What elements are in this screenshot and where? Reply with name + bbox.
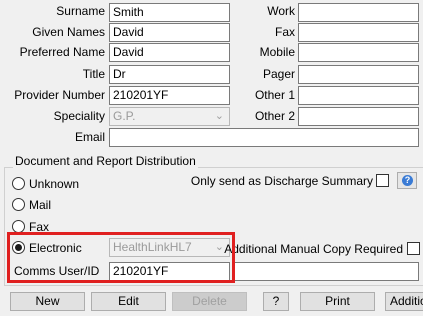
surname-label: Surname xyxy=(56,4,105,18)
additional-button[interactable]: Additio xyxy=(385,292,423,311)
fax-field[interactable] xyxy=(298,23,419,42)
new-button[interactable]: New xyxy=(10,292,85,311)
mobile-field[interactable] xyxy=(298,43,419,62)
given-names-label: Given Names xyxy=(32,25,105,39)
other2-label: Other 2 xyxy=(254,109,295,123)
radio-mail[interactable]: Mail xyxy=(12,197,51,213)
speciality-label: Speciality xyxy=(53,109,105,123)
provider-number-label: Provider Number xyxy=(14,88,105,102)
work-label: Work xyxy=(267,4,295,18)
other2-field[interactable] xyxy=(298,107,419,126)
additional-copy-checkbox[interactable] xyxy=(407,242,420,255)
other1-label: Other 1 xyxy=(254,88,295,102)
distribution-group-title: Document and Report Distribution xyxy=(13,153,198,169)
provider-number-field[interactable]: 210201YF xyxy=(109,86,230,105)
title-label: Title xyxy=(82,67,105,81)
print-button[interactable]: Print xyxy=(300,292,375,311)
radio-mail-label: Mail xyxy=(29,198,52,212)
additional-copy-label: Additional Manual Copy Required xyxy=(224,242,403,256)
email-field[interactable] xyxy=(109,128,419,147)
title-field[interactable]: Dr xyxy=(109,65,230,84)
work-field[interactable] xyxy=(298,3,419,22)
mobile-label: Mobile xyxy=(259,45,295,59)
speciality-select[interactable]: G.P. ⌄ xyxy=(109,107,230,126)
question-button[interactable]: ? xyxy=(263,292,289,311)
delete-button[interactable]: Delete xyxy=(172,292,247,311)
edit-button[interactable]: Edit xyxy=(91,292,166,311)
highlight-box xyxy=(7,232,235,283)
preferred-name-label: Preferred Name xyxy=(19,45,105,59)
speciality-value: G.P. xyxy=(113,109,136,123)
only-discharge-checkbox[interactable] xyxy=(376,174,389,187)
help-button[interactable]: ? xyxy=(397,172,417,189)
chevron-down-icon: ⌄ xyxy=(214,110,224,122)
surname-field[interactable]: Smith xyxy=(109,3,230,22)
only-discharge-label: Only send as Discharge Summary xyxy=(190,174,373,188)
radio-unknown-label: Unknown xyxy=(29,177,80,191)
radio-unknown-indicator[interactable] xyxy=(12,177,25,190)
help-icon: ? xyxy=(402,175,413,186)
given-names-field[interactable]: David xyxy=(109,23,230,42)
preferred-name-field[interactable]: David xyxy=(109,43,230,62)
other1-field[interactable] xyxy=(298,86,419,105)
pager-field[interactable] xyxy=(298,65,419,84)
email-label: Email xyxy=(74,130,105,144)
radio-mail-indicator[interactable] xyxy=(12,198,25,211)
fax-label: Fax xyxy=(274,25,295,39)
pager-label: Pager xyxy=(262,67,295,81)
radio-unknown[interactable]: Unknown xyxy=(12,176,79,192)
comms-extra-field[interactable] xyxy=(232,262,419,281)
